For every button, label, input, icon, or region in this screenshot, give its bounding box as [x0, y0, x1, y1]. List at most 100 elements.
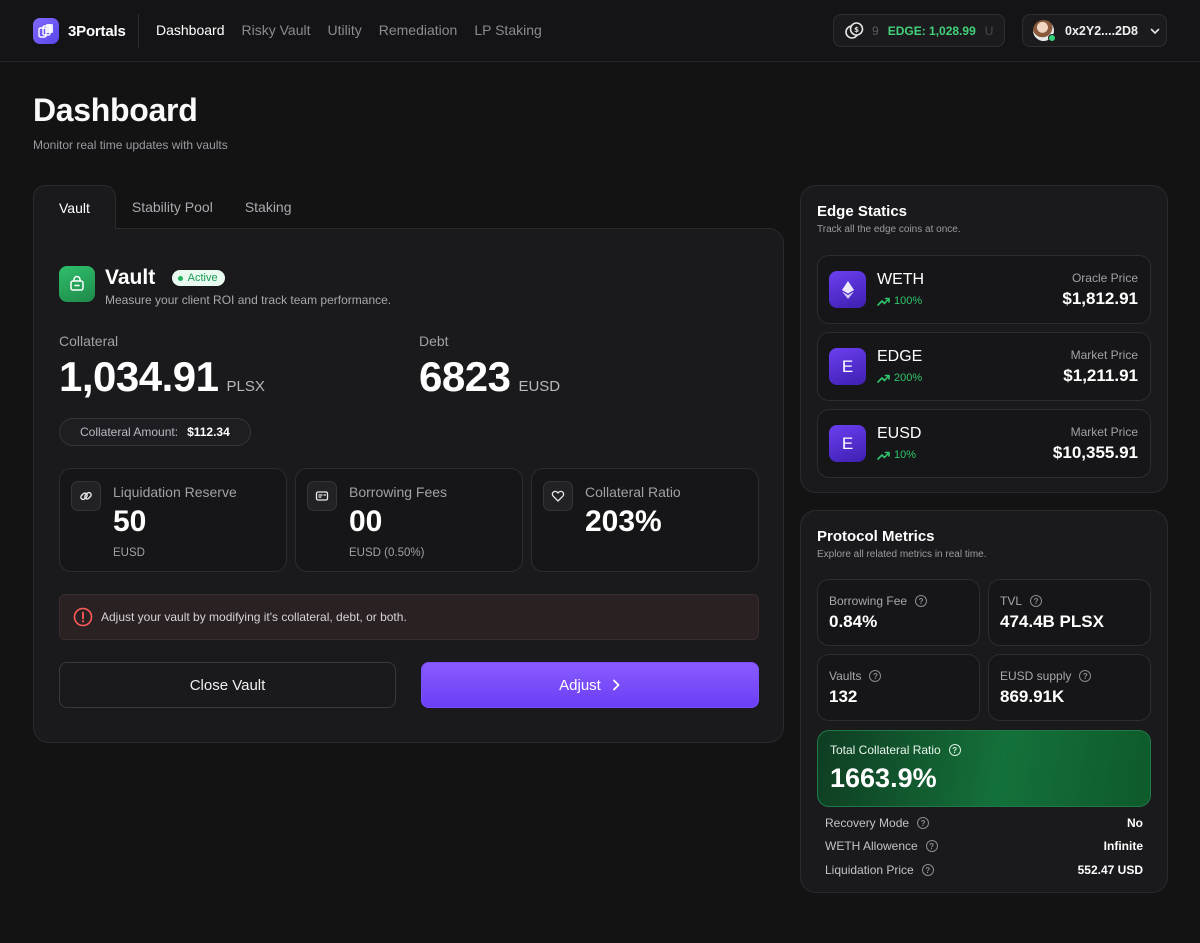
liquidation-reserve-label: Liquidation Reserve [113, 484, 237, 500]
nav-item-lp-staking[interactable]: LP Staking [474, 22, 541, 38]
close-vault-label: Close Vault [189, 676, 266, 694]
coin-card-edge[interactable]: E EDGE 200% Market Price $1,211.91 [817, 332, 1151, 401]
page-title: Dashboard [33, 92, 198, 128]
edge-statics-subtitle: Track all the edge coins at once. [817, 224, 961, 235]
avatar [1033, 20, 1056, 42]
liquidation-reserve-unit: EUSD [113, 547, 145, 559]
recovery-mode-label-group: Recovery Mode ? [825, 816, 930, 830]
adjust-button[interactable]: Adjust [421, 662, 759, 708]
chevron-right-icon [612, 679, 620, 691]
total-collateral-ratio-label-row: Total Collateral Ratio ? [830, 743, 961, 757]
help-icon[interactable]: ? [948, 744, 961, 756]
liquidation-price-value: 552.47 USD [1077, 863, 1143, 877]
weth-allowance-label: WETH Allowence [825, 839, 918, 853]
vaults-label-row: Vaults ? [829, 669, 882, 683]
coin-card-eusd[interactable]: E EUSD 10% Market Price $10,355.91 [817, 409, 1151, 478]
coin-price: $1,211.91 [1063, 366, 1138, 385]
tab-stability-pool[interactable]: Stability Pool [116, 185, 229, 229]
wallet-button[interactable]: 0x2Y2....2D8 [1022, 14, 1167, 47]
trend-up-icon [877, 297, 890, 306]
recovery-mode-label: Recovery Mode [825, 816, 910, 830]
collateral-ratio-value: 203% [585, 505, 662, 538]
weth-allowance-row: WETH Allowence ? Infinite [825, 839, 1143, 853]
nav-item-remediation[interactable]: Remediation [379, 22, 458, 38]
adjust-alert: Adjust your vault by modifying it's coll… [59, 594, 759, 640]
online-status-dot [1048, 34, 1056, 42]
alert-circle-icon [73, 607, 93, 627]
total-collateral-ratio-value: 1663.9% [830, 763, 937, 793]
status-badge: Active [171, 270, 225, 286]
collateral-amount-label: Collateral Amount: [80, 425, 179, 439]
coin-change: 200% [877, 372, 922, 384]
nav-divider [138, 14, 139, 48]
ticker-next: U [984, 23, 994, 38]
help-icon[interactable]: ? [917, 817, 930, 829]
help-icon[interactable]: ? [869, 670, 882, 682]
ticker-prev: 9 [872, 23, 879, 38]
debt-unit: EUSD [518, 378, 561, 395]
trend-up-icon [877, 451, 890, 460]
help-icon[interactable]: ? [915, 595, 928, 607]
help-icon[interactable]: ? [1079, 670, 1092, 682]
recovery-mode-row: Recovery Mode ? No [825, 816, 1143, 830]
nav-item-utility[interactable]: Utility [327, 22, 361, 38]
edge-statics-title: Edge Statics [817, 203, 908, 220]
ticker-edge-price: EDGE: 1,028.99 [887, 23, 976, 38]
status-dot [177, 275, 183, 281]
borrowing-fees-card: Borrowing Fees 00 EUSD (0.50%) [295, 468, 523, 572]
app-logo[interactable]: 3Portals [33, 18, 126, 44]
vault-icon [59, 266, 95, 302]
tab-staking[interactable]: Staking [229, 185, 308, 229]
collateral-value: 1,034.91 [59, 353, 219, 400]
collateral-amount-pill: Collateral Amount: $112.34 [59, 418, 251, 446]
close-vault-button[interactable]: Close Vault [59, 662, 396, 708]
coins-icon: $ [845, 21, 864, 39]
tab-vault[interactable]: Vault [33, 185, 116, 229]
borrowing-fee-metric: Borrowing Fee ? 0.84% [817, 579, 980, 646]
chevron-down-icon [1150, 28, 1160, 34]
borrowing-fees-unit: EUSD (0.50%) [349, 547, 425, 559]
coin-name: EDGE [877, 348, 923, 365]
liquidation-reserve-card: Liquidation Reserve 50 EUSD [59, 468, 287, 572]
coin-card-weth[interactable]: WETH 100% Oracle Price $1,812.91 [817, 255, 1151, 324]
eusd-supply-label-row: EUSD supply ? [1000, 669, 1092, 683]
help-icon[interactable]: ? [1030, 595, 1043, 607]
tvl-value: 474.4B PLSX [1000, 612, 1104, 631]
debt-label: Debt [419, 333, 449, 349]
coin-change-value: 10% [894, 449, 917, 461]
help-icon[interactable]: ? [925, 840, 938, 852]
vaults-metric: Vaults ? 132 [817, 654, 980, 721]
borrowing-fees-value: 00 [349, 505, 383, 538]
borrowing-fee-value: 0.84% [829, 612, 878, 631]
coin-name: WETH [877, 271, 925, 288]
price-ticker[interactable]: $ 9 EDGE: 1,028.99 U [833, 14, 1005, 47]
coin-change-value: 200% [894, 372, 923, 384]
collateral-unit: PLSX [226, 378, 265, 395]
liquidation-price-label: Liquidation Price [825, 863, 914, 877]
nav-item-risky-vault[interactable]: Risky Vault [242, 22, 311, 38]
tvl-metric: TVL ? 474.4B PLSX [988, 579, 1151, 646]
heart-icon [543, 481, 573, 511]
help-icon[interactable]: ? [921, 864, 934, 876]
eusd-supply-metric: EUSD supply ? 869.91K [988, 654, 1151, 721]
liquidation-price-label-group: Liquidation Price ? [825, 863, 934, 877]
vaults-label: Vaults [829, 669, 862, 683]
weth-allowance-label-group: WETH Allowence ? [825, 839, 938, 853]
link-icon [71, 481, 101, 511]
coin-price: $1,812.91 [1062, 289, 1138, 308]
eusd-supply-label: EUSD supply [1000, 669, 1072, 683]
total-collateral-ratio-card: Total Collateral Ratio ? 1663.9% [817, 730, 1151, 807]
coin-price: $10,355.91 [1052, 443, 1138, 462]
coin-change: 100% [877, 295, 922, 307]
edge-statics-panel: Edge Statics Track all the edge coins at… [800, 185, 1168, 493]
coin-price-label: Market Price [1070, 348, 1138, 362]
recovery-mode-value: No [1127, 816, 1143, 830]
coin-change-value: 100% [894, 295, 923, 307]
eusd-supply-value: 869.91K [1000, 687, 1065, 706]
coin-price-label: Oracle Price [1071, 271, 1138, 285]
vault-panel: Vault Active Measure your client ROI and… [33, 228, 784, 743]
nav-item-dashboard[interactable]: Dashboard [156, 22, 225, 38]
collateral-ratio-label: Collateral Ratio [585, 484, 681, 500]
top-navigation-bar: 3Portals Dashboard Risky Vault Utility R… [0, 0, 1200, 62]
status-badge-label: Active [187, 272, 218, 284]
